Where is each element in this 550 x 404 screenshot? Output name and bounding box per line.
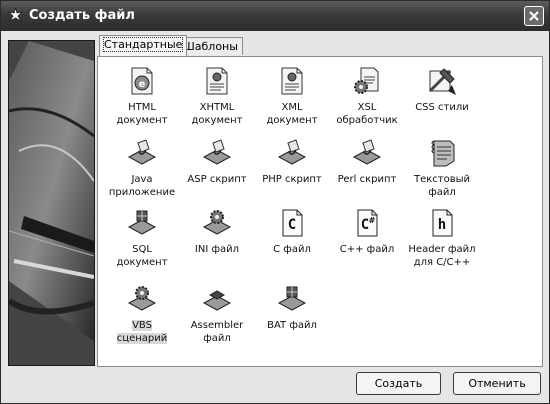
file-type-css[interactable]: CSS стили <box>403 65 481 135</box>
file-type-label: Текстовый файл <box>413 174 471 198</box>
ini-file-icon <box>202 210 232 235</box>
file-type-text[interactable]: Текстовый файл <box>403 137 481 207</box>
java-app-icon <box>127 139 157 165</box>
cancel-button[interactable]: Отменить <box>453 372 541 395</box>
file-type-vbs[interactable]: VBS сценарий <box>103 283 181 353</box>
html-document-icon: e <box>131 67 153 95</box>
file-type-html[interactable]: e HTML документ <box>103 65 181 135</box>
text-file-icon <box>431 140 455 167</box>
file-type-perl[interactable]: Perl скрипт <box>328 137 406 207</box>
tab-templates[interactable]: Шаблоны <box>178 37 243 55</box>
tab-templates-label: Шаблоны <box>183 40 238 53</box>
file-type-assembler[interactable]: Assembler файл <box>178 283 256 353</box>
tab-standard-label: Стандартные <box>102 37 184 52</box>
file-type-label: PHP скрипт <box>262 174 322 185</box>
file-type-label: SQL документ <box>116 244 168 268</box>
file-type-xsl[interactable]: XSL обработчик <box>328 65 406 135</box>
xsl-processor-icon <box>354 67 379 94</box>
sql-document-icon <box>127 210 157 235</box>
xml-document-icon <box>281 67 303 95</box>
file-type-label: C++ файл <box>339 244 395 255</box>
perl-script-icon <box>352 139 382 165</box>
file-type-label: BAT файл <box>267 320 317 331</box>
app-icon <box>7 7 24 23</box>
file-type-sql[interactable]: SQL документ <box>103 207 181 277</box>
svg-text:C: C <box>288 217 296 233</box>
bat-file-icon <box>277 286 307 311</box>
file-type-xml[interactable]: XML документ <box>253 65 331 135</box>
create-file-dialog: Создать файл Стандартные Шаблоны e HTML … <box>0 0 550 404</box>
svg-text:e: e <box>139 79 146 90</box>
svg-text:#: # <box>369 216 376 225</box>
cpp-file-icon: C # <box>357 209 378 237</box>
file-type-label: XHTML документ <box>191 102 243 126</box>
decorative-photo <box>8 40 95 366</box>
title-bar[interactable]: Создать файл <box>1 1 549 31</box>
file-type-label: HTML документ <box>116 102 168 126</box>
file-type-list: e HTML документ XHTML документ XML докум… <box>97 56 543 367</box>
assembler-file-icon <box>202 290 232 311</box>
file-type-php[interactable]: PHP скрипт <box>253 137 331 207</box>
vbs-script-icon <box>127 286 157 311</box>
file-type-label: ASP скрипт <box>187 174 247 185</box>
asp-script-icon <box>202 139 232 165</box>
file-type-xhtml[interactable]: XHTML документ <box>178 65 256 135</box>
c-file-icon: C <box>282 209 303 237</box>
file-type-label: XML документ <box>266 102 318 126</box>
file-type-label: INI файл <box>194 244 240 255</box>
file-type-label: CSS стили <box>415 102 469 113</box>
close-button[interactable] <box>524 6 544 26</box>
php-script-icon <box>277 139 307 165</box>
svg-text:h: h <box>438 217 446 233</box>
css-styles-icon <box>428 68 456 95</box>
file-type-bat[interactable]: BAT файл <box>253 283 331 353</box>
file-type-label: XSL обработчик <box>336 102 398 126</box>
file-type-label: VBS сценарий <box>116 320 168 344</box>
xhtml-document-icon <box>206 67 228 95</box>
file-type-header[interactable]: h Header файл для C/C++ <box>403 207 481 277</box>
header-file-icon: h <box>432 209 453 237</box>
file-type-label: Java приложение <box>108 174 176 198</box>
file-type-label: Assembler файл <box>190 320 244 344</box>
file-type-java[interactable]: Java приложение <box>103 137 181 207</box>
file-type-label: Header файл для C/C++ <box>408 244 476 268</box>
file-type-label: C файл <box>273 244 311 255</box>
file-type-ini[interactable]: INI файл <box>178 207 256 277</box>
close-icon <box>529 11 539 21</box>
file-type-c[interactable]: C C файл <box>253 207 331 277</box>
file-type-label: Perl скрипт <box>337 174 397 185</box>
tab-standard[interactable]: Стандартные <box>99 35 188 56</box>
file-type-cpp[interactable]: C # C++ файл <box>328 207 406 277</box>
create-button[interactable]: Создать <box>356 372 441 395</box>
window-title: Создать файл <box>29 8 135 23</box>
file-type-asp[interactable]: ASP скрипт <box>178 137 256 207</box>
